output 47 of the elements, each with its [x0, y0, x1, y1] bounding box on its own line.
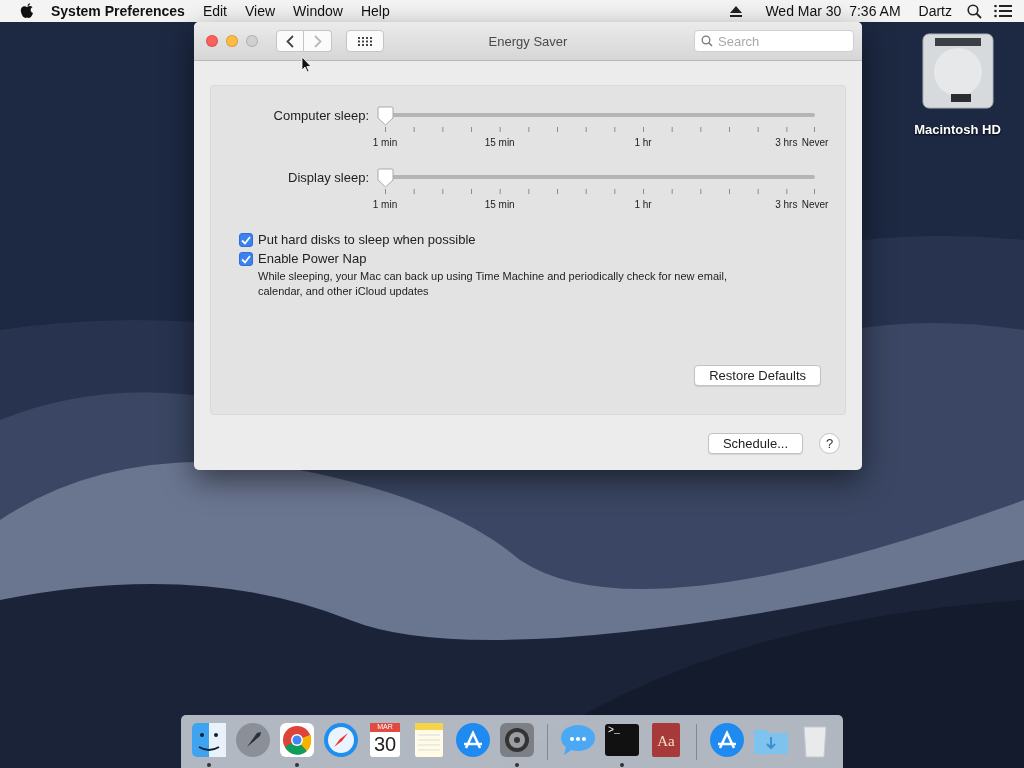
app-menu[interactable]: System Preferences — [42, 3, 194, 19]
tick-label: Never — [801, 137, 829, 148]
menu-item[interactable]: Edit — [193, 3, 236, 19]
window-title: Energy Saver — [488, 33, 568, 49]
slider-thumb[interactable] — [376, 168, 394, 188]
help-button[interactable]: ? — [819, 433, 840, 454]
search-icon[interactable] — [967, 3, 982, 19]
checkbox-label[interactable]: Enable Power Nap — [258, 251, 758, 266]
checkbox[interactable] — [239, 233, 253, 247]
show-all-button[interactable] — [346, 30, 384, 52]
slider-thumb[interactable] — [376, 106, 394, 126]
slider-label: Display sleep: — [287, 169, 369, 187]
schedule-button[interactable]: Schedule... — [707, 433, 803, 454]
tick-label: 15 min — [484, 199, 515, 210]
tick-label: 1 min — [372, 199, 398, 210]
search-field[interactable]: Search — [694, 30, 854, 52]
menu-item[interactable]: Window — [284, 3, 352, 19]
list-icon[interactable] — [994, 4, 1012, 18]
close-button[interactable] — [206, 35, 218, 47]
mouse-pointer-icon — [301, 56, 312, 73]
menu-clock[interactable]: Wed Mar 30 7:36 AM — [756, 3, 910, 19]
user-name[interactable]: Dartz — [909, 3, 961, 19]
chevron-left-icon — [286, 34, 294, 48]
apple-logo-icon[interactable] — [20, 3, 34, 19]
tick-label: 15 min — [484, 137, 515, 148]
checkbox-label[interactable]: Put hard disks to sleep when possible — [258, 232, 476, 247]
menu-item[interactable]: View — [236, 3, 285, 19]
slider-label: Computer sleep: — [272, 107, 369, 125]
menu-item[interactable]: Help — [351, 3, 399, 19]
eject-icon[interactable] — [730, 5, 743, 17]
tick-label: 1 hr — [634, 137, 652, 148]
browser-wheel-icon[interactable] — [277, 720, 317, 767]
tick-label: 1 min — [372, 137, 398, 148]
tick-label: 3 hrs — [775, 199, 798, 210]
tick-label: 1 hr — [634, 199, 652, 210]
grid-icon — [358, 36, 372, 46]
tick-label: Never — [801, 199, 829, 210]
checkbox[interactable] — [239, 252, 253, 266]
restore-defaults-button[interactable]: Restore Defaults — [694, 365, 821, 386]
back-button[interactable] — [276, 30, 304, 52]
minimize-button[interactable] — [226, 35, 238, 47]
desktop-icon-label[interactable]: Macintosh HD — [914, 122, 1001, 137]
checkbox-description: While sleeping, your Mac can back up using Time Machine and periodically check for new email, calendar, and other iCloud updates — [258, 269, 728, 299]
hard-drive-icon[interactable] — [920, 32, 995, 110]
finder-face-icon[interactable] — [189, 720, 229, 767]
chevron-right-icon — [313, 34, 322, 48]
tick-label: 3 hrs — [775, 137, 798, 148]
